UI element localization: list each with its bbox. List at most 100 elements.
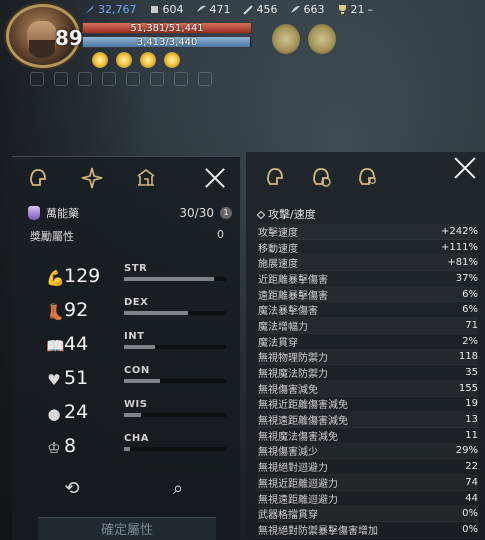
attribute-label: 無視傷害減少 bbox=[258, 447, 318, 459]
currency-dash: – bbox=[367, 3, 374, 16]
attribute-label: 無視近距離迴避力 bbox=[258, 478, 338, 490]
stat-bar-fill bbox=[124, 413, 142, 417]
currency-value: 663 bbox=[303, 3, 325, 16]
attribute-label: 魔法貫穿 bbox=[258, 337, 298, 349]
attribute-label: 無視傷害減免 bbox=[258, 384, 318, 396]
clan-emblem-icon[interactable] bbox=[272, 24, 300, 54]
detail-stat-panel: 攻擊/速度 攻擊速度 +242% 移動速度 +111% 施展速度 +81% 近距離暴擊傷害 3… bbox=[246, 152, 485, 540]
info-icon[interactable]: 1 bbox=[220, 207, 232, 219]
attribute-label: 無視魔法傷害減免 bbox=[258, 431, 338, 443]
helmet-shield-tab-icon[interactable] bbox=[354, 164, 380, 190]
buff-icon[interactable] bbox=[116, 52, 132, 68]
book-icon: 📖 bbox=[46, 337, 65, 355]
stat-value: 8 bbox=[64, 435, 77, 457]
stat-tabs bbox=[24, 164, 160, 192]
head-icon: ● bbox=[47, 405, 61, 423]
attribute-value: 6% bbox=[462, 288, 478, 300]
stat-value: 44 bbox=[64, 333, 89, 355]
attribute-row: 無視遠距離傷害減免 13 bbox=[258, 412, 478, 428]
detail-tabs bbox=[262, 164, 380, 190]
buff-icon[interactable] bbox=[164, 52, 180, 68]
clan-emblem-icon[interactable] bbox=[308, 24, 336, 54]
helmet-plus-tab-icon[interactable] bbox=[308, 164, 334, 190]
attribute-row: 魔法貫穿 2% bbox=[258, 334, 478, 350]
helmet-tab-icon[interactable] bbox=[24, 164, 52, 192]
crown-icon: ♔ bbox=[47, 439, 61, 457]
stat-row-dex[interactable]: 👢 92 DEX bbox=[12, 297, 240, 331]
stat-row-wis[interactable]: ● 24 WIS bbox=[12, 399, 240, 433]
boot-icon: 👢 bbox=[46, 303, 65, 321]
attribute-value: 6% bbox=[462, 304, 478, 316]
attribute-row: 魔法增幅力 71 bbox=[258, 318, 478, 334]
attribute-list: 攻擊速度 +242% 移動速度 +111% 施展速度 +81% 近距離暴擊傷害 37% 遠距離暴… bbox=[258, 224, 478, 538]
wing-icon bbox=[196, 4, 207, 15]
currency-resource: 604 bbox=[149, 3, 184, 16]
trophy-icon bbox=[337, 4, 348, 15]
attribute-value: 44 bbox=[465, 492, 478, 504]
attribute-label: 無視遠距離迴避力 bbox=[258, 494, 338, 506]
attribute-label: 無視絕對防禦暴擊傷害增加 bbox=[258, 525, 378, 537]
attribute-label: 移動速度 bbox=[258, 243, 298, 255]
menu-icon bbox=[54, 72, 68, 86]
stat-bar-fill bbox=[124, 277, 214, 281]
attribute-row: 無視魔法傷害減免 11 bbox=[258, 428, 478, 444]
stat-row-int[interactable]: 📖 44 INT bbox=[12, 331, 240, 365]
attribute-label: 近距離暴擊傷害 bbox=[258, 274, 328, 286]
close-icon[interactable] bbox=[204, 167, 226, 189]
bonus-label: 獎勵屬性 bbox=[30, 230, 74, 243]
confirm-stats-button[interactable]: 確定屬性 bbox=[38, 517, 216, 540]
search-icon[interactable]: ⌕ bbox=[168, 479, 188, 499]
stat-name: STR bbox=[124, 263, 148, 274]
attribute-label: 魔法暴擊傷害 bbox=[258, 306, 318, 318]
stat-value: 92 bbox=[64, 299, 89, 321]
menu-icon bbox=[198, 72, 212, 86]
attribute-row: 無視近距離迴避力 74 bbox=[258, 475, 478, 491]
attribute-row: 遠距離暴擊傷害 6% bbox=[258, 287, 478, 303]
resource-icon bbox=[149, 4, 160, 15]
reset-icon[interactable]: ⟲ bbox=[62, 479, 82, 499]
stat-row-cha[interactable]: ♔ 8 CHA bbox=[12, 433, 240, 467]
attribute-label: 遠距離暴擊傷害 bbox=[258, 290, 328, 302]
stat-row-con[interactable]: ♥ 51 CON bbox=[12, 365, 240, 399]
stat-bar bbox=[124, 277, 226, 281]
blade-icon bbox=[290, 4, 301, 15]
currency-value: 32,767 bbox=[98, 3, 137, 16]
attribute-label: 無視絕對迴避力 bbox=[258, 463, 328, 475]
hp-text: 51,381/51,441 bbox=[130, 23, 204, 34]
attribute-label: 魔法增幅力 bbox=[258, 321, 308, 333]
currency-sword: 456 bbox=[242, 3, 278, 16]
close-icon[interactable] bbox=[453, 156, 477, 180]
elixir-row: 萬能藥 30/30 1 bbox=[28, 205, 232, 221]
stat-bar bbox=[124, 311, 226, 315]
sword-icon bbox=[242, 4, 254, 15]
currency-value: 471 bbox=[209, 3, 231, 16]
stat-bar-fill bbox=[124, 447, 131, 451]
stat-bar bbox=[124, 379, 226, 383]
attribute-value: 0% bbox=[462, 523, 478, 535]
menu-icon bbox=[102, 72, 116, 86]
bonus-stat-row: 獎勵屬性 0 bbox=[30, 228, 224, 244]
attribute-value: 118 bbox=[458, 351, 478, 363]
stat-name: DEX bbox=[124, 297, 149, 308]
helmet-tab-icon[interactable] bbox=[262, 164, 288, 190]
temple-tab-icon[interactable] bbox=[132, 164, 160, 192]
attribute-value: 13 bbox=[465, 414, 478, 426]
attribute-label: 攻擊速度 bbox=[258, 227, 298, 239]
stat-row-str[interactable]: 💪 129 STR bbox=[12, 263, 240, 297]
attribute-label: 無視近距離傷害減免 bbox=[258, 400, 348, 412]
stat-name: WIS bbox=[124, 399, 148, 410]
buff-icon[interactable] bbox=[92, 52, 108, 68]
buff-icon[interactable] bbox=[140, 52, 156, 68]
stat-name: CHA bbox=[124, 433, 149, 444]
attribute-row: 無視物理防禦力 118 bbox=[258, 350, 478, 366]
attribute-row: 攻擊速度 +242% bbox=[258, 224, 478, 240]
attribute-row: 武器格擋貫穿 0% bbox=[258, 506, 478, 523]
attribute-row: 無視絕對防禦暴擊傷害增加 0% bbox=[258, 522, 478, 538]
attribute-row: 無視魔法防禦力 35 bbox=[258, 365, 478, 381]
bonus-value: 0 bbox=[217, 228, 224, 241]
attribute-row: 魔法暴擊傷害 6% bbox=[258, 302, 478, 319]
menu-icon bbox=[150, 72, 164, 86]
attribute-row: 無視近距離傷害減免 19 bbox=[258, 397, 478, 413]
star-tab-icon[interactable] bbox=[78, 164, 106, 192]
currency-bar: 32,767 604 471 456 663 21 – bbox=[84, 3, 373, 16]
